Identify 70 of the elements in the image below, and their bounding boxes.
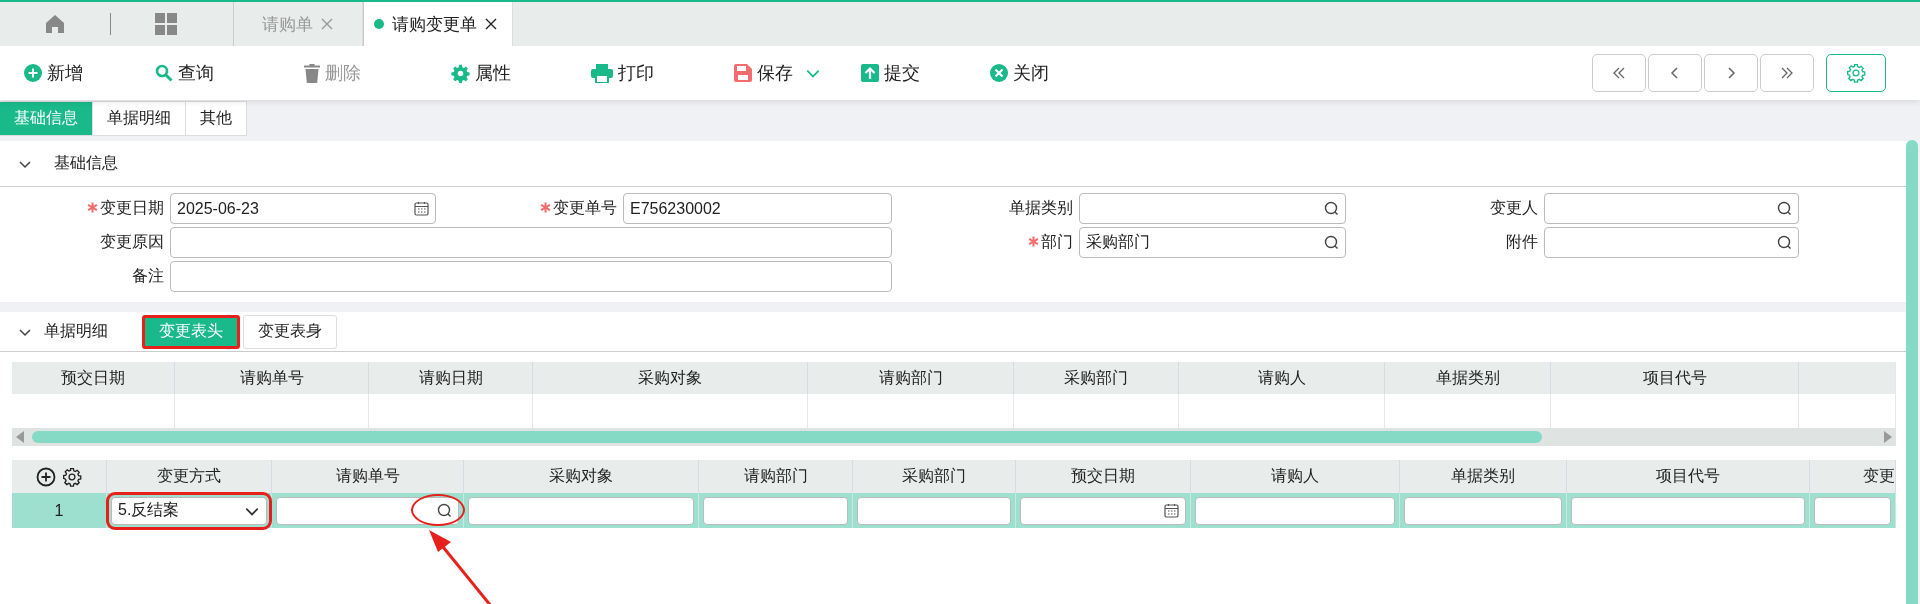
detail-tab[interactable]: 变更表身 xyxy=(243,314,337,349)
plus-circle-icon xyxy=(24,64,42,82)
toolbar-button[interactable]: 打印 xyxy=(591,61,654,85)
vertical-scrollbar[interactable] xyxy=(1906,140,1918,604)
close-icon[interactable] xyxy=(485,18,497,30)
next-button[interactable] xyxy=(1704,54,1758,92)
section-title: 单据明细 xyxy=(44,321,108,341)
toolbar-button[interactable]: 提交 xyxy=(861,61,920,85)
input-field[interactable] xyxy=(857,496,1011,525)
double-chevron-right-icon xyxy=(1779,66,1795,80)
section-tab[interactable]: 单据明细 xyxy=(93,101,186,136)
input-field[interactable] xyxy=(703,496,848,525)
scroll-right-icon[interactable] xyxy=(1884,431,1892,443)
calendar-icon xyxy=(1164,503,1179,518)
search-icon xyxy=(437,503,452,518)
search-icon xyxy=(1777,201,1792,216)
toolbar-button[interactable]: 关闭 xyxy=(990,61,1049,85)
field-label: 变更人 xyxy=(1489,198,1539,218)
field-label: 备注 xyxy=(131,266,165,286)
input-field[interactable] xyxy=(1544,227,1799,258)
grid-icon[interactable] xyxy=(155,13,177,35)
input-field[interactable] xyxy=(1020,496,1186,525)
field-label: 附件 xyxy=(1505,232,1539,252)
settings-icon xyxy=(1846,63,1866,83)
upload-icon xyxy=(861,64,879,82)
document-tab[interactable]: 请购变更单 xyxy=(363,2,513,46)
toolbar-button[interactable]: 查询 xyxy=(155,61,214,85)
input-field[interactable] xyxy=(1079,193,1346,224)
settings-icon xyxy=(62,466,82,487)
trash-icon xyxy=(304,63,320,83)
search-icon xyxy=(1777,235,1792,250)
previous-button[interactable] xyxy=(1648,54,1702,92)
input-field[interactable] xyxy=(170,261,892,292)
input-field[interactable] xyxy=(1814,496,1891,525)
double-chevron-left-icon xyxy=(1611,66,1627,80)
search-icon xyxy=(1324,201,1339,216)
search-icon xyxy=(155,64,173,82)
field-label: 变更日期 xyxy=(0,198,170,219)
toolbar-button[interactable]: 保存 xyxy=(734,61,793,85)
input-field[interactable] xyxy=(1571,496,1805,525)
add-row-icon[interactable] xyxy=(36,466,56,487)
calendar-icon xyxy=(414,201,429,216)
section-tab[interactable]: 其他 xyxy=(186,101,247,136)
input-field[interactable]: 2025-06-23 xyxy=(170,193,436,224)
input-field[interactable]: E756230002 xyxy=(623,193,892,224)
scroll-left-icon[interactable] xyxy=(16,431,24,443)
input-field[interactable] xyxy=(1404,496,1562,525)
input-field[interactable] xyxy=(276,496,459,525)
field-label: 部门 xyxy=(892,232,1079,253)
toolbar-button[interactable]: 新增 xyxy=(24,61,83,85)
last-page-button[interactable] xyxy=(1760,54,1814,92)
input-field[interactable]: 采购部门 xyxy=(1079,227,1346,258)
horizontal-scrollbar[interactable] xyxy=(12,428,1896,446)
toolbar-button[interactable]: 属性 xyxy=(451,61,511,85)
settings-icon xyxy=(451,63,470,83)
field-label: 变更单号 xyxy=(436,198,623,219)
input-field[interactable] xyxy=(170,227,892,258)
printer-icon xyxy=(591,63,613,83)
field-label: 单据类别 xyxy=(1008,198,1074,218)
first-page-button[interactable] xyxy=(1592,54,1646,92)
input-field[interactable] xyxy=(1544,193,1799,224)
input-field[interactable] xyxy=(468,496,694,525)
close-icon xyxy=(990,64,1008,82)
search-icon xyxy=(1324,235,1339,250)
field-label: 变更原因 xyxy=(99,232,165,252)
home-icon[interactable] xyxy=(45,14,65,34)
input-field[interactable] xyxy=(1195,496,1395,525)
section-title: 基础信息 xyxy=(54,153,118,173)
status-dot xyxy=(374,19,384,29)
settings-button[interactable] xyxy=(1826,54,1886,92)
